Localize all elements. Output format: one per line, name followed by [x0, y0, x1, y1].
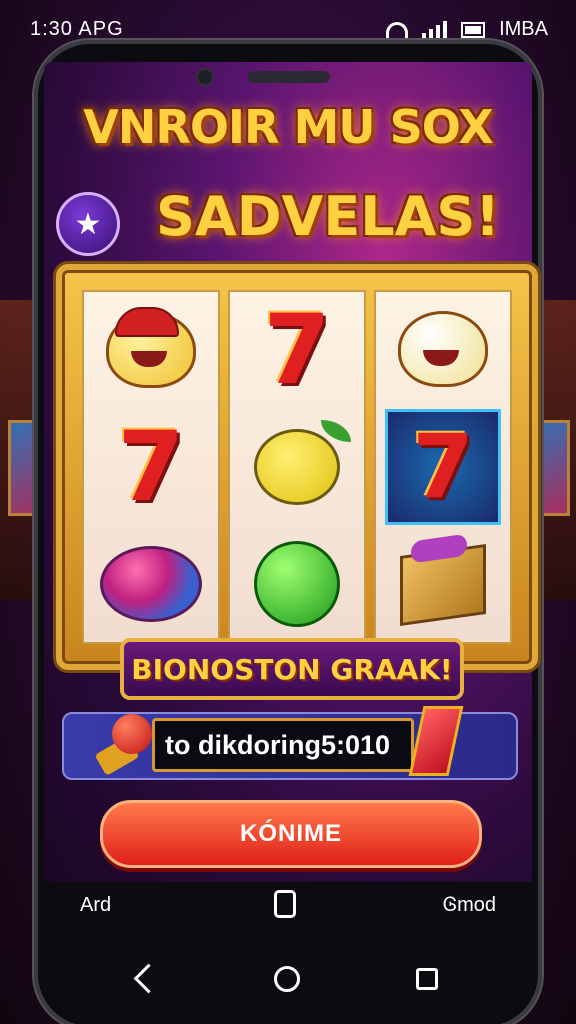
tab-left[interactable]: Ard: [80, 894, 111, 917]
status-time: 1:30: [30, 18, 73, 40]
symbol-clown-face: [96, 295, 206, 405]
symbol-beetle: [96, 529, 206, 639]
battery-icon: [461, 21, 486, 38]
game-title-line2: SADVELAS!: [156, 185, 500, 248]
reel-1: 7: [82, 290, 220, 644]
symbol-gift-box: [388, 530, 498, 640]
slot-reels-frame: 7 7 7: [56, 264, 538, 670]
bottom-tabs: Ard Ꮆmod: [44, 882, 532, 932]
tab-right[interactable]: Ꮆmod: [443, 894, 496, 917]
recent-apps-icon[interactable]: [416, 968, 438, 990]
speaker-grille: [248, 71, 330, 83]
game-title-line1: VNROIR MU SOX: [83, 100, 493, 154]
symbol-lime-face: [242, 412, 352, 522]
symbol-green-ball: [242, 529, 352, 639]
symbol-seven-highlighted: 7: [385, 408, 501, 525]
status-time-carrier: 1:30 APG: [30, 18, 124, 41]
status-right-label: IMBA: [499, 18, 548, 40]
symbol-cream-face: [388, 294, 498, 404]
spin-button[interactable]: KÓNIME: [100, 800, 482, 868]
wifi-icon: [386, 21, 409, 38]
tab-center-icon[interactable]: [274, 890, 296, 918]
system-navbar: [44, 950, 532, 1010]
status-carrier: APG: [78, 18, 124, 40]
slot-reels: 7 7 7: [82, 290, 512, 644]
signal-icon: [422, 20, 448, 39]
camera-icon: [198, 70, 212, 84]
info-text: to dikdoring5:010: [152, 718, 414, 772]
home-icon[interactable]: [274, 966, 300, 992]
symbol-seven: 7: [263, 294, 331, 407]
gem-icon: [408, 696, 464, 776]
status-icons: IMBA: [386, 18, 548, 41]
star-button[interactable]: ★: [56, 192, 120, 256]
star-icon: ★: [74, 207, 102, 241]
reel-2: 7: [228, 290, 366, 644]
reel-3: 7: [374, 290, 512, 644]
symbol-seven: 7: [117, 410, 185, 523]
back-icon[interactable]: [133, 963, 164, 994]
win-banner: BIONOSTON GRAAK!: [120, 638, 464, 700]
